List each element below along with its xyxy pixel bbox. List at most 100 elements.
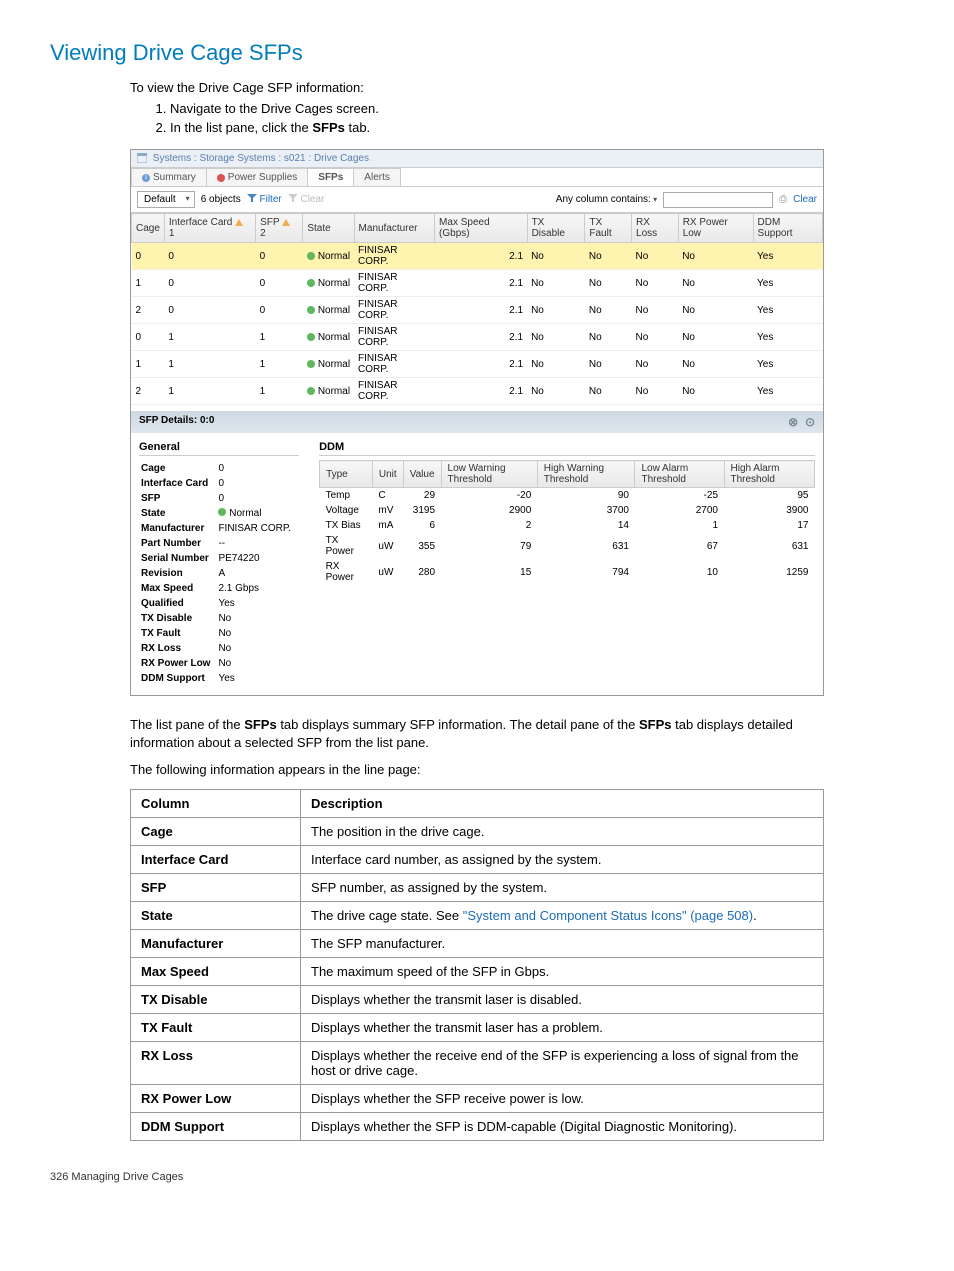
ddm-col-header[interactable]: Type — [320, 461, 373, 488]
tab-power-supplies[interactable]: Power Supplies — [206, 168, 308, 186]
desc-row: TX DisableDisplays whether the transmit … — [131, 985, 824, 1013]
table-row[interactable]: 211NormalFINISAR CORP.2.1NoNoNoNoYes — [132, 378, 823, 405]
filter-input[interactable] — [663, 192, 773, 208]
desc-row: ManufacturerThe SFP manufacturer. — [131, 929, 824, 957]
status-icon — [307, 306, 315, 314]
filter-icon — [247, 194, 257, 202]
alert-icon — [217, 174, 225, 182]
sfp-list-table: Cage Interface Card 1 SFP 2 State Manufa… — [131, 213, 823, 405]
sort-icon — [235, 219, 243, 226]
general-row: TX FaultNo — [141, 627, 297, 640]
ddm-row: TX BiasmA6214117 — [320, 518, 815, 533]
export-icon[interactable]: ⎙ — [779, 194, 787, 205]
any-column-label[interactable]: Any column contains: — [556, 194, 657, 205]
tab-sfps[interactable]: SFPs — [307, 168, 354, 186]
table-row[interactable]: 111NormalFINISAR CORP.2.1NoNoNoNoYes — [132, 351, 823, 378]
status-icon — [307, 252, 315, 260]
table-row[interactable]: 000NormalFINISAR CORP.2.1NoNoNoNoYes — [132, 243, 823, 270]
general-row: SFP0 — [141, 492, 297, 505]
status-icon — [307, 333, 315, 341]
general-row: RX LossNo — [141, 642, 297, 655]
col-tx-disable[interactable]: TX Disable — [527, 214, 585, 243]
page-heading: Viewing Drive Cage SFPs — [50, 40, 904, 66]
breadcrumb: Systems : Storage Systems : s021 : Drive… — [131, 150, 823, 168]
status-icon — [307, 279, 315, 287]
ddm-col-header[interactable]: Value — [403, 461, 441, 488]
col-ddm-support[interactable]: DDM Support — [753, 214, 822, 243]
general-row: Part Number-- — [141, 537, 297, 550]
collapse-up-icon[interactable]: ⊗ — [788, 415, 798, 429]
desc-row: SFPSFP number, as assigned by the system… — [131, 873, 824, 901]
col-header-column: Column — [131, 789, 301, 817]
sort-icon — [282, 219, 290, 226]
object-count: 6 objects — [201, 194, 241, 205]
col-manufacturer[interactable]: Manufacturer — [354, 214, 435, 243]
col-rx-loss[interactable]: RX Loss — [632, 214, 679, 243]
col-cage[interactable]: Cage — [132, 214, 165, 243]
desc-row: DDM SupportDisplays whether the SFP is D… — [131, 1112, 824, 1140]
general-row: RX Power LowNo — [141, 657, 297, 670]
info-icon: i — [142, 174, 150, 182]
desc-row: RX Power LowDisplays whether the SFP rec… — [131, 1084, 824, 1112]
desc-row: RX LossDisplays whether the receive end … — [131, 1041, 824, 1084]
ddm-row: TX PoweruW3557963167631 — [320, 533, 815, 559]
following-info-para: The following information appears in the… — [130, 761, 824, 779]
general-row: Cage0 — [141, 462, 297, 475]
col-sfp[interactable]: SFP 2 — [256, 214, 303, 243]
clear-filter-icon — [288, 194, 298, 202]
ddm-col-header[interactable]: High Alarm Threshold — [724, 461, 815, 488]
col-max-speed[interactable]: Max Speed (Gbps) — [435, 214, 528, 243]
tab-summary[interactable]: iSummary — [131, 168, 207, 186]
general-title: General — [139, 441, 299, 456]
view-dropdown[interactable]: Default — [137, 191, 195, 208]
desc-row: StateThe drive cage state. See "System a… — [131, 901, 824, 929]
clear-disabled: Clear — [288, 194, 325, 205]
general-row: Serial NumberPE74220 — [141, 552, 297, 565]
general-row: TX DisableNo — [141, 612, 297, 625]
general-row: RevisionA — [141, 567, 297, 580]
page-footer: 326 Managing Drive Cages — [50, 1171, 904, 1183]
status-icon — [307, 387, 315, 395]
general-panel: General Cage0Interface Card0SFP0State No… — [139, 441, 299, 687]
ddm-col-header[interactable]: Low Alarm Threshold — [635, 461, 724, 488]
ddm-col-header[interactable]: High Warning Threshold — [537, 461, 635, 488]
details-body: General Cage0Interface Card0SFP0State No… — [131, 433, 823, 695]
desc-row: TX FaultDisplays whether the transmit la… — [131, 1013, 824, 1041]
status-icon — [218, 508, 226, 516]
col-state[interactable]: State — [303, 214, 354, 243]
table-row[interactable]: 011NormalFINISAR CORP.2.1NoNoNoNoYes — [132, 324, 823, 351]
steps-list: Navigate to the Drive Cages screen. In t… — [170, 101, 904, 135]
tab-alerts[interactable]: Alerts — [353, 168, 401, 186]
col-rx-power-low[interactable]: RX Power Low — [678, 214, 753, 243]
details-header: SFP Details: 0:0 ⊗ ⊙ — [131, 411, 823, 433]
tabs-row: iSummary Power Supplies SFPs Alerts — [131, 168, 823, 187]
table-header: Cage Interface Card 1 SFP 2 State Manufa… — [132, 214, 823, 243]
filter-bar: Default 6 objects Filter Clear Any colum… — [131, 187, 823, 213]
ddm-col-header[interactable]: Unit — [372, 461, 403, 488]
table-row[interactable]: 200NormalFINISAR CORP.2.1NoNoNoNoYes — [132, 297, 823, 324]
step-1: Navigate to the Drive Cages screen. — [170, 101, 904, 116]
desc-row: Interface CardInterface card number, as … — [131, 845, 824, 873]
clear-link[interactable]: Clear — [793, 194, 817, 205]
general-row: State Normal — [141, 507, 297, 520]
screenshot-panel: Systems : Storage Systems : s021 : Drive… — [130, 149, 824, 696]
general-row: ManufacturerFINISAR CORP. — [141, 522, 297, 535]
ddm-row: TempC29-2090-2595 — [320, 488, 815, 504]
step-2: In the list pane, click the SFPs tab. — [170, 120, 904, 135]
filter-link[interactable]: Filter — [247, 194, 282, 205]
general-row: Max Speed2.1 Gbps — [141, 582, 297, 595]
ddm-row: VoltagemV31952900370027003900 — [320, 503, 815, 518]
general-row: QualifiedYes — [141, 597, 297, 610]
desc-row: CageThe position in the drive cage. — [131, 817, 824, 845]
column-description-table: Column Description CageThe position in t… — [130, 789, 824, 1141]
col-tx-fault[interactable]: TX Fault — [585, 214, 632, 243]
intro-text: To view the Drive Cage SFP information: — [130, 80, 904, 95]
ddm-title: DDM — [319, 441, 815, 456]
summary-para: The list pane of the SFPs tab displays s… — [130, 716, 824, 751]
col-interface-card[interactable]: Interface Card 1 — [164, 214, 255, 243]
collapse-down-icon[interactable]: ⊙ — [805, 415, 815, 429]
table-row[interactable]: 100NormalFINISAR CORP.2.1NoNoNoNoYes — [132, 270, 823, 297]
cross-ref-link[interactable]: "System and Component Status Icons" (pag… — [463, 908, 753, 923]
ddm-col-header[interactable]: Low Warning Threshold — [441, 461, 537, 488]
col-header-description: Description — [301, 789, 824, 817]
